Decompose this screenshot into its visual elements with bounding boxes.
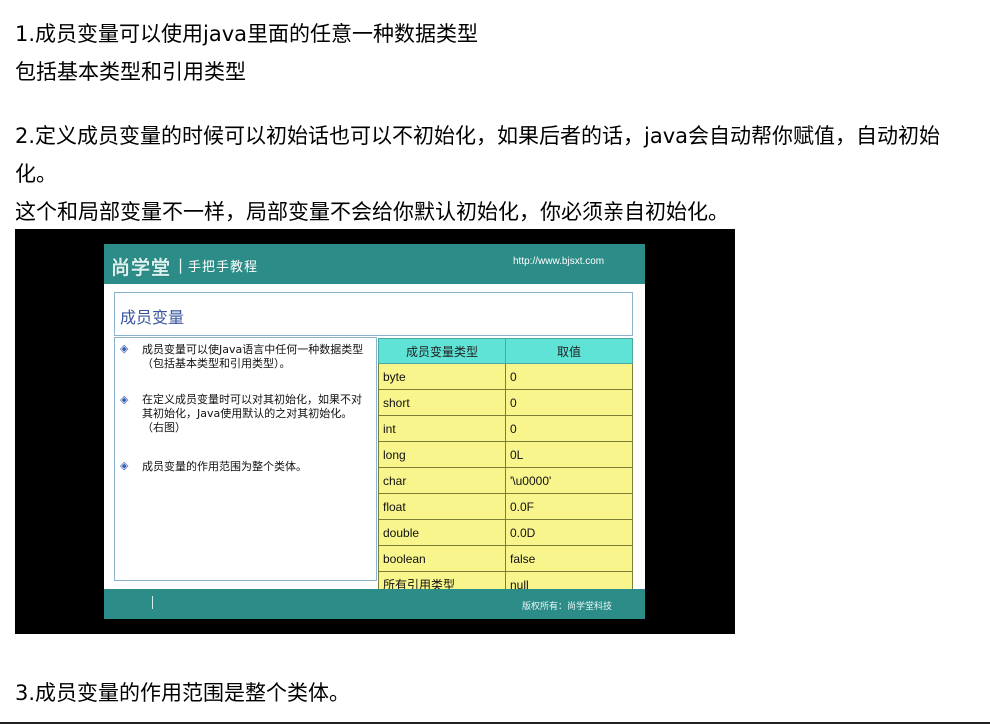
- table-header-type: 成员变量类型: [378, 338, 506, 364]
- value-cell: '\u0000': [505, 467, 633, 494]
- value-cell: 0.0D: [505, 519, 633, 546]
- paragraph-2-line-3: 这个和局部变量不一样，局部变量不会给你默认初始化，你必须亲自初始化。: [15, 200, 729, 224]
- video-frame[interactable]: 尚学堂 | 手把手教程 http://www.bjsxt.com 成员变量 ◈ …: [15, 229, 735, 634]
- type-cell: long: [378, 441, 506, 468]
- bullet-text-3: 成员变量的作用范围为整个类体。: [142, 460, 307, 473]
- table-row: double 0.0D: [378, 519, 633, 546]
- value-cell: 0: [505, 389, 633, 416]
- slide-header: 尚学堂 | 手把手教程 http://www.bjsxt.com: [104, 244, 645, 284]
- paragraph-1-line-1: 1.成员变量可以使用java里面的任意一种数据类型: [15, 22, 479, 46]
- diamond-bullet-icon: ◈: [120, 459, 129, 472]
- diamond-bullet-icon: ◈: [120, 342, 129, 355]
- type-cell: byte: [378, 363, 506, 390]
- table-row: float 0.0F: [378, 493, 633, 520]
- type-cell: boolean: [378, 545, 506, 572]
- type-cell: char: [378, 467, 506, 494]
- table-row: byte 0: [378, 363, 633, 390]
- lecture-slide: 尚学堂 | 手把手教程 http://www.bjsxt.com 成员变量 ◈ …: [104, 244, 645, 619]
- type-cell: float: [378, 493, 506, 520]
- table-header-value: 取值: [505, 338, 633, 364]
- value-cell: 0: [505, 363, 633, 390]
- copyright-text: 版权所有：尚学堂科技: [522, 602, 613, 612]
- value-cell: 0L: [505, 441, 633, 468]
- value-cell: false: [505, 545, 633, 572]
- paragraph-2-line-1: 2.定义成员变量的时候可以初始话也可以不初始化，如果后者的话，java会自动帮你…: [15, 124, 941, 148]
- type-cell: short: [378, 389, 506, 416]
- table-row: long 0L: [378, 441, 633, 468]
- paragraph-1-line-2: 包括基本类型和引用类型: [15, 60, 246, 84]
- table-row: boolean false: [378, 545, 633, 572]
- table-row: char '\u0000': [378, 467, 633, 494]
- site-url: http://www.bjsxt.com: [513, 256, 605, 267]
- slide-title: 成员变量: [120, 308, 185, 327]
- paragraph-3: 3.成员变量的作用范围是整个类体。: [15, 681, 351, 705]
- table-row: short 0: [378, 389, 633, 416]
- default-values-table: 成员变量类型 取值 byte 0 short 0 int 0 long 0L char '…: [378, 338, 633, 598]
- table-row: int 0: [378, 415, 633, 442]
- slide-title-box: 成员变量: [114, 292, 633, 336]
- value-cell: 0.0F: [505, 493, 633, 520]
- bullet-text-1: 成员变量可以使Java语言中任何一种数据类型（包括基本类型和引用类型）。: [142, 343, 364, 370]
- slide-footer: 版权所有：尚学堂科技: [104, 589, 645, 619]
- footer-separator: [152, 596, 153, 609]
- brand-logo: 尚学堂: [111, 257, 172, 279]
- diamond-bullet-icon: ◈: [120, 393, 129, 406]
- paragraph-2-line-2: 化。: [15, 162, 57, 186]
- value-cell: 0: [505, 415, 633, 442]
- type-cell: double: [378, 519, 506, 546]
- slide-tagline: 手把手教程: [188, 260, 259, 275]
- type-cell: int: [378, 415, 506, 442]
- header-separator: |: [178, 256, 184, 274]
- bullet-text-2: 在定义成员变量时可以对其初始化，如果不对其初始化，Java使用默认的之对其初始化…: [142, 393, 362, 434]
- bullet-panel: ◈ 成员变量可以使Java语言中任何一种数据类型（包括基本类型和引用类型）。 ◈…: [114, 337, 377, 581]
